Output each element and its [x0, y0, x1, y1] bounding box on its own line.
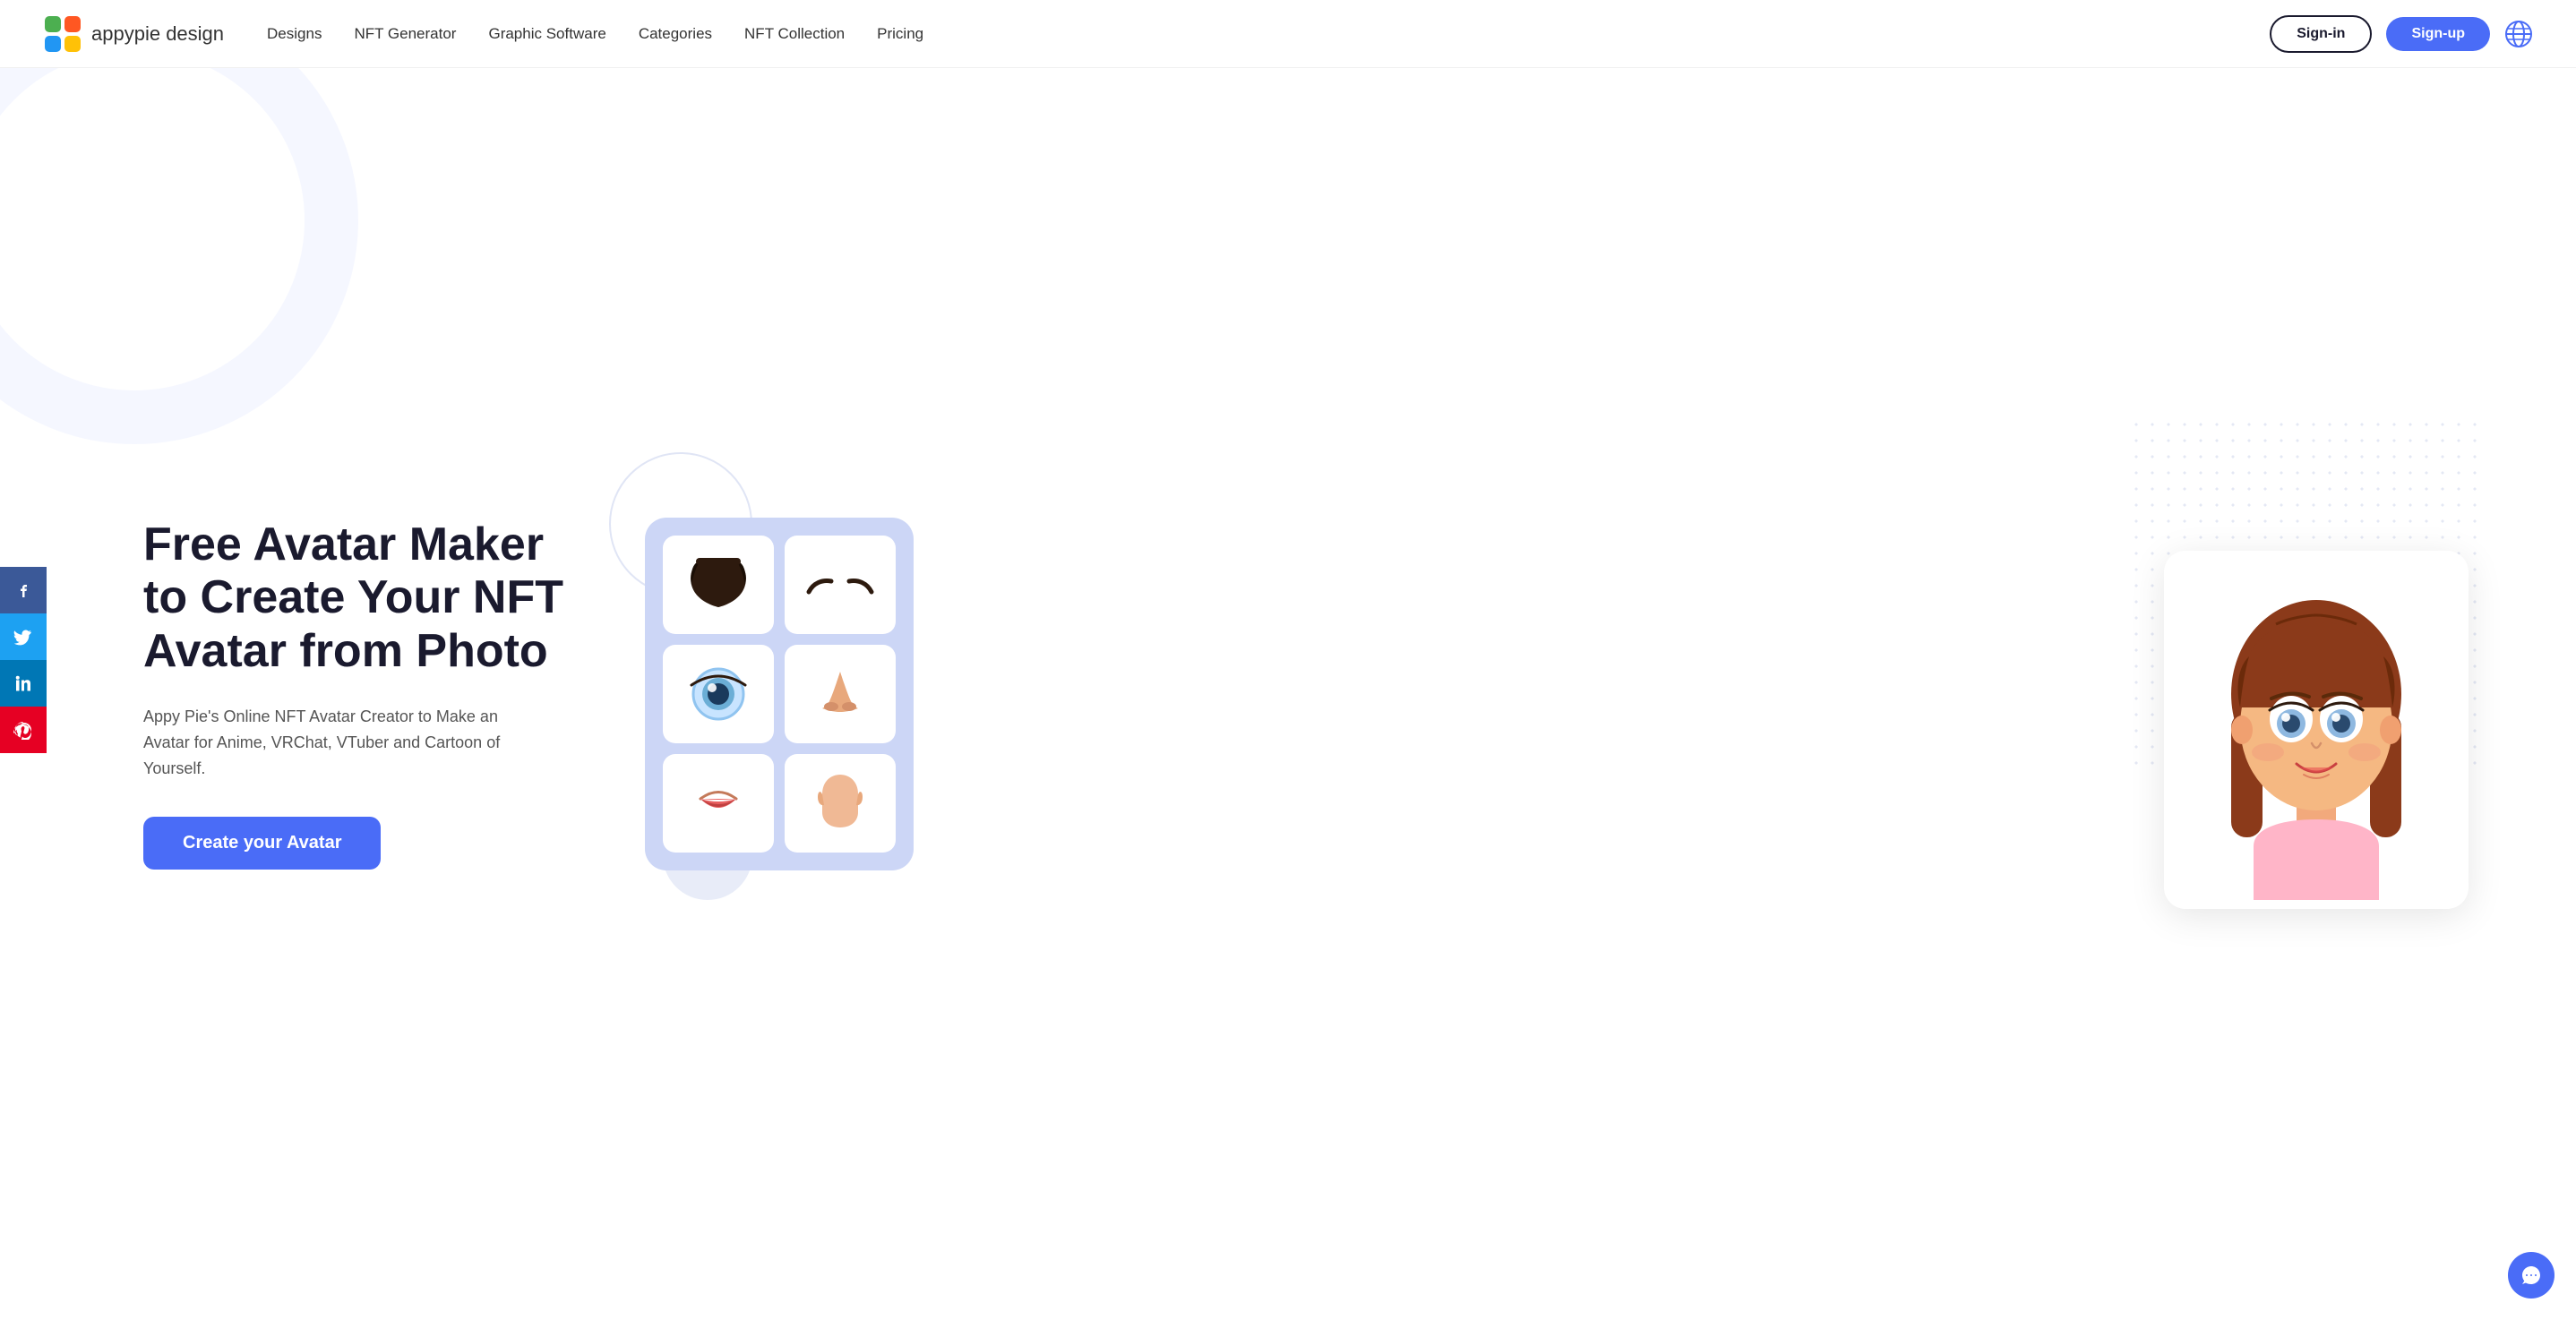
nav-item-graphic-software[interactable]: Graphic Software [488, 25, 605, 43]
linkedin-button[interactable] [0, 660, 47, 707]
navbar: appypie design Designs NFT Generator Gra… [0, 0, 2576, 68]
hero-section: Free Avatar Maker to Create Your NFT Ava… [0, 68, 2576, 1320]
globe-icon[interactable] [2504, 20, 2533, 48]
chat-icon [2520, 1264, 2542, 1286]
nav-item-designs[interactable]: Designs [267, 25, 322, 43]
head-icon [813, 772, 867, 835]
signup-button[interactable]: Sign-up [2386, 17, 2490, 51]
bg-arc-decoration [0, 68, 358, 444]
feature-cell-nose [785, 645, 896, 743]
nav-item-pricing[interactable]: Pricing [877, 25, 923, 43]
nose-icon [813, 667, 867, 721]
eyebrows-icon [804, 567, 876, 603]
pinterest-button[interactable] [0, 707, 47, 753]
avatar-illustration [2164, 551, 2469, 909]
nav-links: Designs NFT Generator Graphic Software C… [267, 25, 923, 43]
hero-subtitle: Appy Pie's Online NFT Avatar Creator to … [143, 704, 537, 781]
hero-title: Free Avatar Maker to Create Your NFT Ava… [143, 519, 591, 679]
logo[interactable]: appypie design [43, 14, 224, 54]
hero-right [591, 416, 2486, 972]
mouth-icon [687, 781, 750, 826]
feature-cell-mouth [663, 754, 774, 853]
signin-button[interactable]: Sign-in [2270, 15, 2372, 53]
feature-cell-eyebrows [785, 536, 896, 634]
feature-cell-hair [663, 536, 774, 634]
hero-left: Free Avatar Maker to Create Your NFT Ava… [143, 519, 591, 870]
facebook-button[interactable] [0, 567, 47, 613]
nav-item-nft-generator[interactable]: NFT Generator [354, 25, 456, 43]
hair-icon [683, 553, 754, 616]
feature-cell-eye [663, 645, 774, 743]
twitter-button[interactable] [0, 613, 47, 660]
eye-icon [687, 663, 750, 725]
nav-item-categories[interactable]: Categories [639, 25, 712, 43]
logo-icon [43, 14, 82, 54]
navbar-right: Sign-in Sign-up [2270, 15, 2533, 53]
chat-support-button[interactable] [2508, 1252, 2555, 1299]
feature-cell-head [785, 754, 896, 853]
logo-text: appypie design [91, 22, 224, 46]
nav-item-nft-collection[interactable]: NFT Collection [744, 25, 845, 43]
create-avatar-button[interactable]: Create your Avatar [143, 817, 381, 870]
navbar-left: appypie design Designs NFT Generator Gra… [43, 14, 923, 54]
feature-grid [645, 518, 914, 870]
social-sidebar [0, 567, 47, 753]
avatar-card [2164, 551, 2469, 909]
